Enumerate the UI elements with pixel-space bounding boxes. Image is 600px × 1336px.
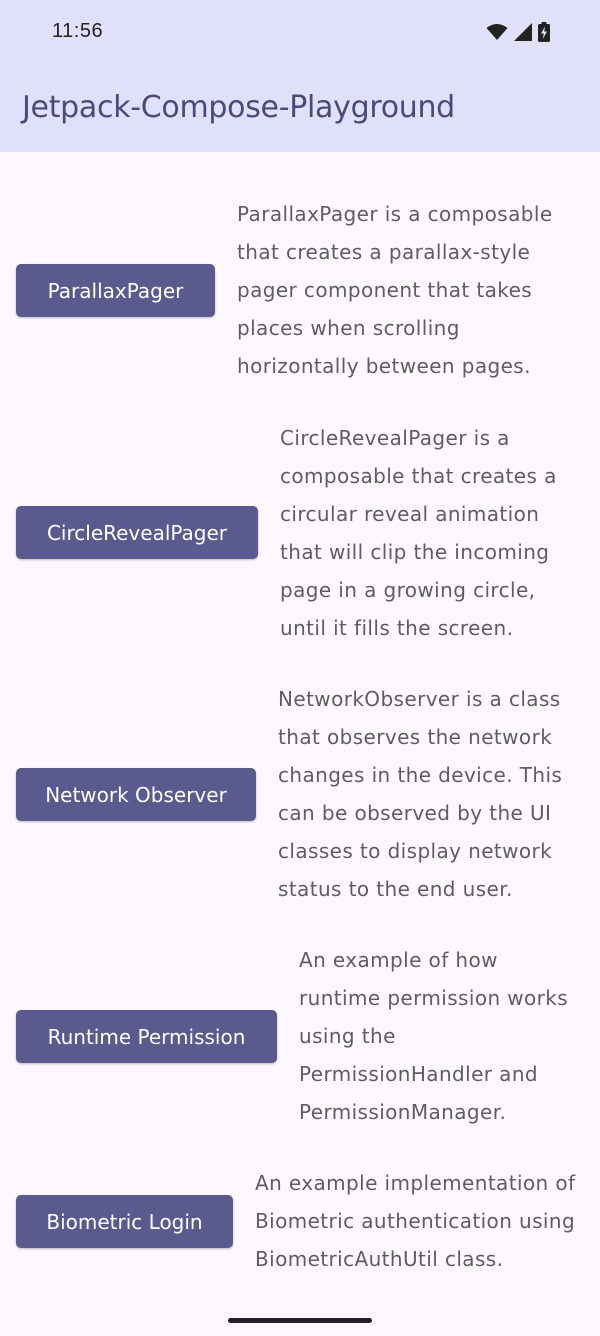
top-app-bar: 11:56 Jetpack-Compose-Playground [0,0,600,152]
parallax-pager-button[interactable]: ParallaxPager [16,264,215,317]
network-observer-button[interactable]: Network Observer [16,768,256,821]
runtime-permission-button[interactable]: Runtime Permission [16,1010,277,1063]
status-time: 11:56 [52,20,104,42]
item-description: NetworkObserver is a class that observes… [278,687,563,901]
app-title: Jetpack-Compose-Playground [22,90,455,125]
wifi-icon [486,23,508,41]
circle-reveal-pager-button[interactable]: CircleRevealPager [16,506,258,559]
item-description: CircleRevealPager is a composable that c… [280,426,557,640]
status-icons [486,22,550,42]
item-description: ParallaxPager is a composable that creat… [237,202,553,378]
battery-charging-icon [538,22,550,42]
item-description: An example implementation of Biometric a… [255,1171,576,1271]
home-indicator[interactable] [228,1318,372,1323]
signal-icon [514,23,532,41]
biometric-login-button[interactable]: Biometric Login [16,1195,233,1248]
item-description: An example of how runtime permission wor… [299,948,569,1124]
